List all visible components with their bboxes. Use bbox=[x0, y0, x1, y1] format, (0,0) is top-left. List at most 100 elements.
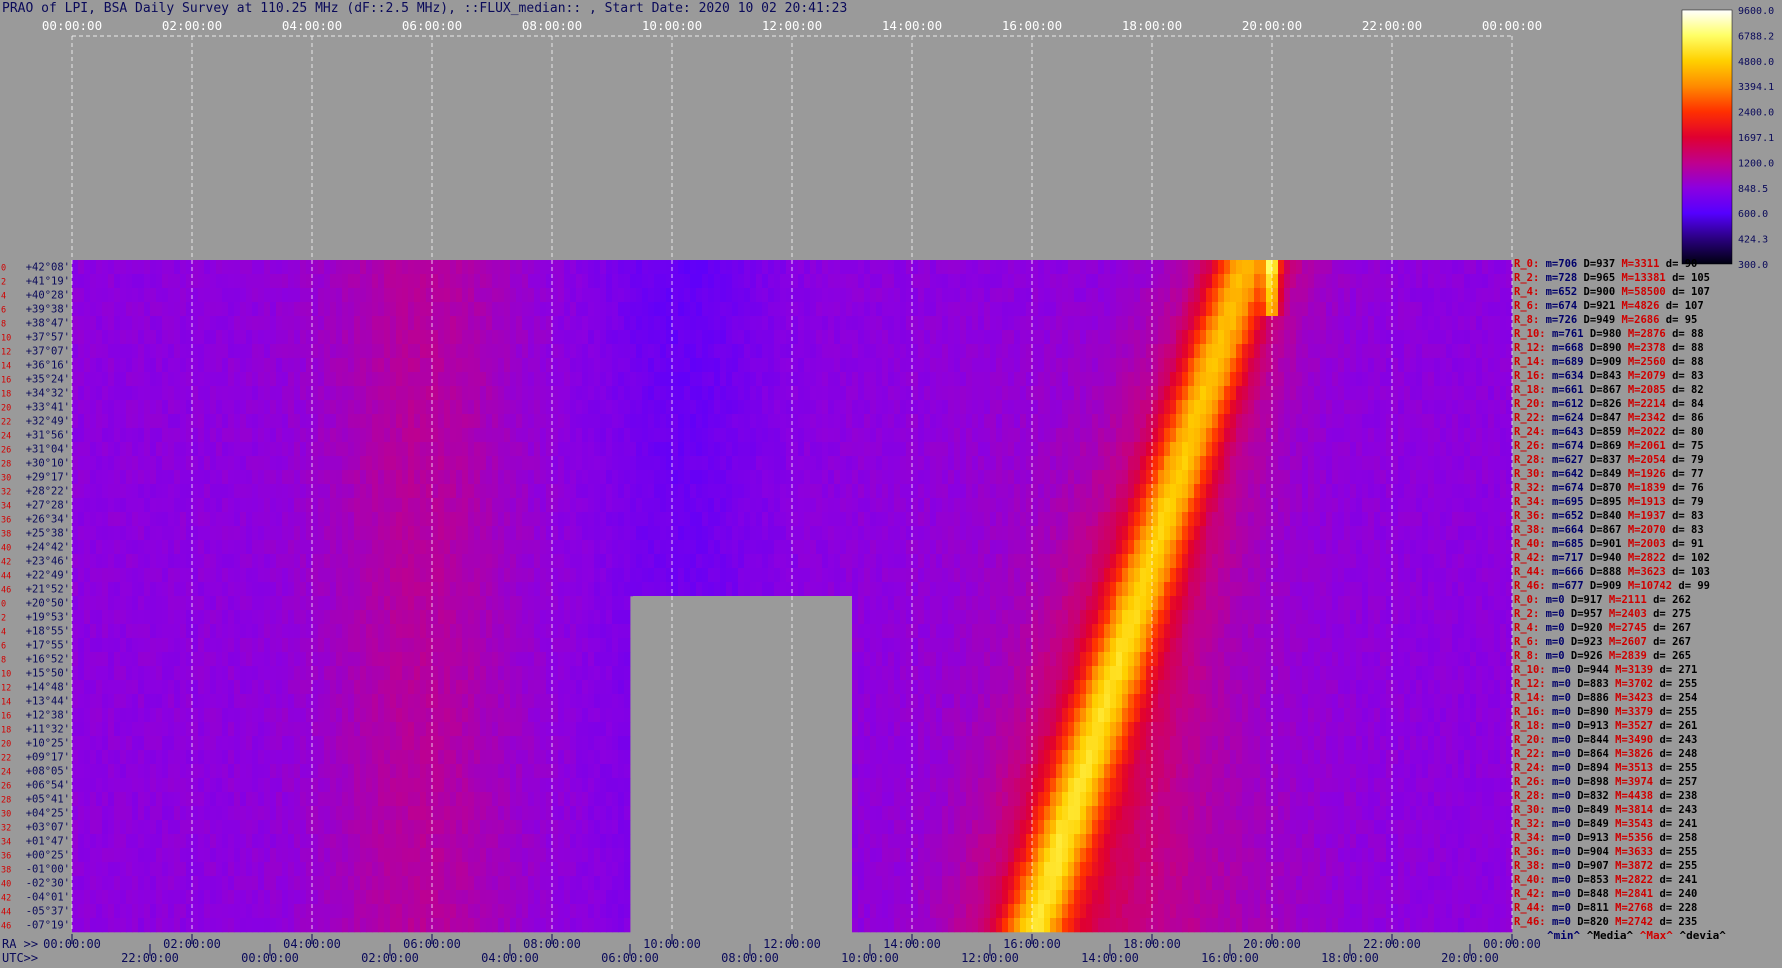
heatmap-cell bbox=[816, 428, 823, 443]
heatmap-cell bbox=[468, 330, 475, 345]
heatmap-cell bbox=[438, 330, 445, 345]
heatmap-cell bbox=[708, 498, 715, 513]
heatmap-cell bbox=[1152, 456, 1159, 471]
heatmap-cell bbox=[594, 330, 601, 345]
heatmap-cell bbox=[810, 512, 817, 527]
heatmap-cell bbox=[1410, 288, 1417, 303]
heatmap-cell bbox=[1284, 260, 1291, 275]
heatmap-cell bbox=[1296, 330, 1303, 345]
heatmap-cell bbox=[486, 526, 493, 541]
heatmap-cell bbox=[1200, 498, 1207, 513]
heatmap-cell bbox=[102, 316, 109, 331]
heatmap-cell bbox=[198, 302, 205, 317]
heatmap-cell bbox=[1140, 316, 1147, 331]
heatmap-cell bbox=[1182, 386, 1189, 401]
heatmap-cell bbox=[294, 428, 301, 443]
heatmap-cell bbox=[402, 372, 409, 387]
heatmap-cell bbox=[756, 498, 763, 513]
heatmap-cell bbox=[696, 274, 703, 289]
heatmap-cell bbox=[816, 358, 823, 373]
heatmap-cell bbox=[342, 442, 349, 457]
heatmap-cell bbox=[390, 288, 397, 303]
heatmap-cell bbox=[162, 470, 169, 485]
heatmap-cell bbox=[648, 400, 655, 415]
heatmap-cell bbox=[822, 414, 829, 429]
heatmap-cell bbox=[1278, 512, 1285, 527]
heatmap-cell bbox=[894, 498, 901, 513]
heatmap-cell bbox=[798, 386, 805, 401]
heatmap-cell bbox=[288, 260, 295, 275]
heatmap-cell bbox=[522, 386, 529, 401]
heatmap-cell bbox=[1218, 526, 1225, 541]
heatmap-cell bbox=[276, 386, 283, 401]
heatmap-cell bbox=[810, 428, 817, 443]
heatmap-cell bbox=[1212, 484, 1219, 499]
heatmap-cell bbox=[594, 372, 601, 387]
heatmap-cell bbox=[84, 498, 91, 513]
heatmap-cell bbox=[1260, 316, 1267, 331]
heatmap-cell bbox=[438, 456, 445, 471]
heatmap-cell bbox=[1194, 540, 1201, 555]
heatmap-cell bbox=[1164, 470, 1171, 485]
heatmap-cell bbox=[1044, 260, 1051, 275]
heatmap-cell bbox=[648, 260, 655, 275]
heatmap-cell bbox=[918, 540, 925, 555]
heatmap-cell bbox=[1338, 442, 1345, 457]
heatmap-cell bbox=[1152, 400, 1159, 415]
heatmap-cell bbox=[552, 330, 559, 345]
heatmap-cell bbox=[960, 526, 967, 541]
heatmap-cell bbox=[1134, 274, 1141, 289]
heatmap-cell bbox=[1278, 344, 1285, 359]
heatmap-cell bbox=[1062, 344, 1069, 359]
heatmap-cell bbox=[384, 358, 391, 373]
heatmap-cell bbox=[750, 386, 757, 401]
heatmap-cell bbox=[396, 442, 403, 457]
heatmap-cell bbox=[1416, 512, 1423, 527]
heatmap-cell bbox=[540, 386, 547, 401]
heatmap-cell bbox=[288, 400, 295, 415]
heatmap-cell bbox=[156, 316, 163, 331]
heatmap-cell bbox=[1038, 344, 1045, 359]
heatmap-cell bbox=[366, 302, 373, 317]
heatmap-cell bbox=[450, 526, 457, 541]
heatmap-cell bbox=[678, 400, 685, 415]
heatmap-cell bbox=[1494, 526, 1501, 541]
heatmap-cell bbox=[540, 372, 547, 387]
heatmap-cell bbox=[1302, 526, 1309, 541]
heatmap-cell bbox=[1146, 414, 1153, 429]
heatmap-cell bbox=[768, 540, 775, 555]
heatmap-cell bbox=[834, 428, 841, 443]
heatmap-cell bbox=[1404, 316, 1411, 331]
heatmap-cell bbox=[390, 442, 397, 457]
heatmap-cell bbox=[1332, 372, 1339, 387]
heatmap-cell bbox=[1230, 456, 1237, 471]
heatmap-cell bbox=[534, 316, 541, 331]
heatmap-cell bbox=[180, 414, 187, 429]
heatmap-cell bbox=[918, 400, 925, 415]
heatmap-cell bbox=[990, 302, 997, 317]
heatmap-cell bbox=[1392, 260, 1399, 275]
heatmap-cell bbox=[1500, 414, 1507, 429]
heatmap-cell bbox=[534, 498, 541, 513]
heatmap-cell bbox=[978, 386, 985, 401]
heatmap-cell bbox=[882, 414, 889, 429]
heatmap-cell bbox=[1344, 512, 1351, 527]
heatmap-cell bbox=[342, 414, 349, 429]
heatmap-cell bbox=[498, 344, 505, 359]
heatmap-cell bbox=[846, 414, 853, 429]
heatmap-cell bbox=[1416, 260, 1423, 275]
heatmap-cell bbox=[1194, 344, 1201, 359]
heatmap-cell bbox=[942, 316, 949, 331]
heatmap-cell bbox=[936, 540, 943, 555]
heatmap-cell bbox=[1314, 330, 1321, 345]
heatmap-cell bbox=[126, 302, 133, 317]
heatmap-cell bbox=[870, 358, 877, 373]
heatmap-cell bbox=[96, 526, 103, 541]
heatmap-cell bbox=[804, 456, 811, 471]
heatmap-cell bbox=[1086, 470, 1093, 485]
heatmap-cell bbox=[1092, 400, 1099, 415]
heatmap-cell bbox=[132, 358, 139, 373]
heatmap-cell bbox=[372, 442, 379, 457]
heatmap-cell bbox=[852, 386, 859, 401]
heatmap-cell bbox=[384, 400, 391, 415]
